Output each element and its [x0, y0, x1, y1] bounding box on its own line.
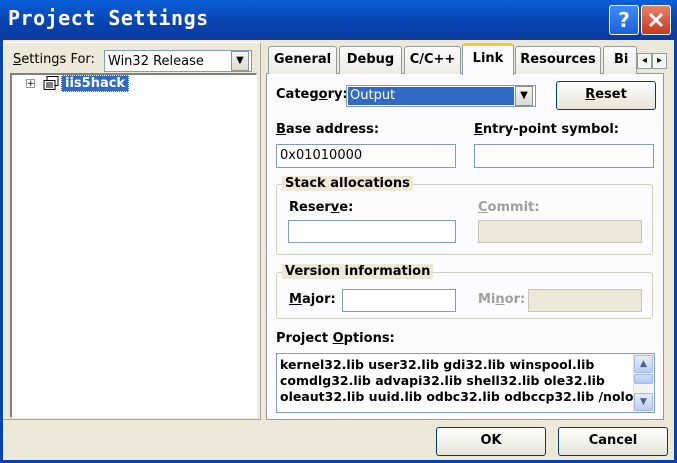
tab-browse-info[interactable]: Bi	[603, 46, 637, 74]
project-tree[interactable]	[10, 73, 257, 418]
close-icon	[648, 12, 664, 28]
tab-scroll-right-icon[interactable]: ▸	[652, 53, 667, 69]
project-options-label: Project Options:	[276, 331, 395, 346]
base-address-input[interactable]: 0x01010000	[276, 144, 456, 168]
tab-debug[interactable]: Debug	[339, 46, 402, 74]
project-icon	[43, 76, 59, 90]
minor-label: Minor:	[478, 292, 526, 307]
stack-allocations-legend: Stack allocations	[282, 176, 413, 191]
tab-general[interactable]: General	[268, 46, 337, 74]
commit-input[interactable]	[478, 220, 642, 243]
major-input[interactable]	[342, 289, 456, 312]
settings-for-dropdown[interactable]: Win32 Release	[104, 50, 252, 72]
project-options-line: kernel32.lib user32.lib gdi32.lib winspo…	[280, 357, 595, 372]
tab-resources[interactable]: Resources	[515, 46, 601, 74]
commit-label: Commit:	[478, 200, 540, 215]
reset-button[interactable]: Reset	[556, 81, 656, 110]
close-button[interactable]	[641, 5, 671, 35]
settings-for-label: Settings For:	[13, 52, 95, 67]
category-label: Category:	[276, 87, 348, 102]
entry-point-label: Entry-point symbol:	[474, 122, 619, 137]
tab-link[interactable]: Link	[462, 43, 514, 75]
tab-scroll-left-icon[interactable]: ◂	[637, 53, 652, 69]
scroll-thumb[interactable]	[634, 374, 653, 384]
tab-cpp[interactable]: C/C++	[404, 46, 461, 74]
chevron-down-icon[interactable]: ▼	[231, 51, 249, 71]
tree-item-project[interactable]: iis5hack	[61, 75, 130, 92]
reserve-label: Reserve:	[289, 200, 354, 215]
minor-input[interactable]	[528, 289, 642, 312]
cancel-button[interactable]: Cancel	[558, 427, 668, 456]
settings-for-value: Win32 Release	[108, 54, 204, 69]
base-address-label: Base address:	[276, 122, 380, 137]
project-options-line: comdlg32.lib advapi32.lib shell32.lib ol…	[280, 373, 605, 388]
tree-expander[interactable]: +	[26, 79, 35, 89]
entry-point-input[interactable]	[474, 144, 654, 168]
ok-button[interactable]: OK	[436, 427, 546, 456]
window-title: Project Settings	[8, 6, 209, 30]
scroll-down-icon[interactable]: ▼	[634, 393, 653, 411]
help-button[interactable]: ?	[609, 5, 639, 35]
major-label: Major:	[289, 292, 336, 307]
project-options-textarea[interactable]: kernel32.lib user32.lib gdi32.lib winspo…	[276, 353, 655, 413]
project-options-line: oleaut32.lib uuid.lib odbc32.lib odbccp3…	[280, 389, 651, 404]
category-value: Output	[348, 87, 514, 105]
scroll-up-icon[interactable]: ▲	[634, 355, 653, 373]
category-chevron-down-icon[interactable]: ▼	[515, 86, 533, 106]
reserve-input[interactable]	[288, 220, 456, 243]
version-info-legend: Version information	[282, 264, 434, 279]
